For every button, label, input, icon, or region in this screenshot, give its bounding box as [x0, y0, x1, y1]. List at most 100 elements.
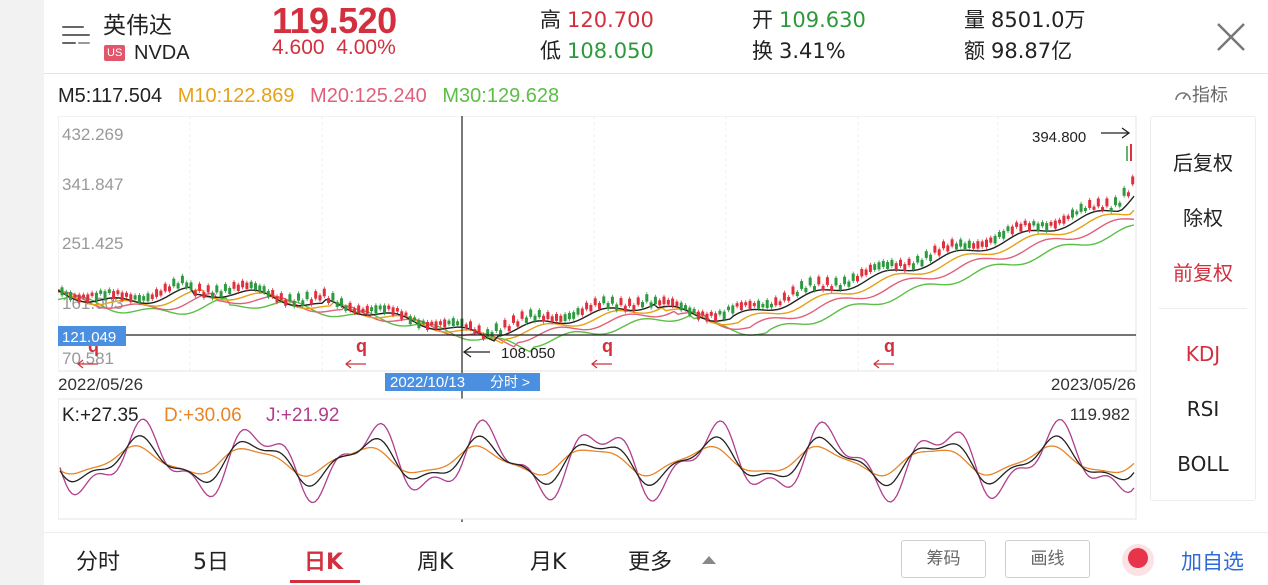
candle — [125, 292, 128, 297]
candle — [782, 292, 786, 301]
amount-label: 额 — [964, 39, 985, 63]
candle — [1105, 198, 1109, 207]
candle — [550, 316, 554, 323]
max-price-label: 394.800 — [1032, 129, 1086, 146]
candle — [847, 281, 851, 287]
side-item-ex-rights[interactable]: 除权 — [1151, 202, 1255, 231]
candle — [610, 296, 614, 304]
candle — [985, 239, 988, 248]
event-marker-label: q — [602, 336, 613, 356]
candle — [804, 287, 808, 293]
kdj-j: J:+21.92 — [266, 405, 339, 426]
candle — [241, 280, 245, 288]
candle — [825, 277, 829, 285]
candle — [408, 316, 412, 325]
candle — [464, 324, 468, 329]
candle — [714, 313, 718, 322]
candle — [976, 241, 980, 249]
candle — [155, 289, 159, 297]
side-item-boll[interactable]: BOLL — [1151, 452, 1255, 476]
candle — [288, 294, 292, 302]
candle — [473, 329, 477, 334]
candle — [778, 301, 782, 306]
caret-up-icon[interactable] — [702, 556, 716, 564]
candle — [705, 313, 709, 322]
close-icon[interactable] — [1214, 20, 1248, 54]
candle — [1010, 226, 1014, 235]
candle — [1049, 221, 1053, 226]
price-change: 4.600 4.00% — [272, 36, 396, 60]
candle — [262, 286, 266, 293]
tab-daily-k[interactable]: 日K — [304, 544, 343, 576]
chips-button[interactable]: 筹码 — [901, 540, 986, 578]
candle — [99, 290, 103, 294]
low-value: 108.050 — [567, 39, 654, 63]
candle — [1028, 223, 1031, 232]
candle — [383, 305, 386, 314]
indicator-button[interactable]: 指标 — [1174, 81, 1228, 107]
side-item-rsi[interactable]: RSI — [1151, 397, 1255, 421]
candle — [60, 287, 64, 296]
high-label: 高 — [540, 8, 561, 32]
candle — [176, 283, 180, 289]
candle — [215, 285, 219, 293]
candle — [602, 296, 606, 304]
candle — [537, 309, 541, 318]
header-divider — [44, 73, 1268, 74]
record-icon[interactable] — [1116, 540, 1160, 580]
candle — [692, 308, 696, 314]
candle — [516, 321, 520, 327]
candle — [258, 285, 262, 292]
candle — [451, 318, 455, 327]
kline-chart[interactable]: 432.269 341.847 251.425 161.003 70.581 q… — [58, 116, 1138, 522]
tab-weekly-k[interactable]: 周K — [417, 544, 453, 576]
candle — [374, 305, 378, 314]
candle — [305, 291, 309, 300]
candle — [980, 241, 984, 247]
menu-icon[interactable] — [62, 24, 90, 46]
candle — [1053, 220, 1057, 229]
candle — [370, 307, 374, 312]
candle — [563, 314, 567, 321]
candle — [193, 290, 197, 297]
candle — [524, 317, 528, 323]
side-item-pre-adjust[interactable]: 前复权 — [1151, 257, 1255, 286]
candle — [443, 319, 447, 328]
side-menu: 后复权 除权 前复权 KDJ RSI BOLL — [1150, 116, 1256, 501]
candle — [94, 292, 98, 301]
candle — [718, 310, 722, 315]
candle — [90, 292, 94, 296]
candle — [671, 298, 675, 307]
candle — [989, 237, 993, 243]
candle — [331, 292, 335, 301]
candle — [494, 323, 498, 331]
side-item-post-adjust[interactable]: 后复权 — [1151, 147, 1255, 176]
candle — [430, 321, 434, 326]
candle — [555, 313, 558, 321]
tab-monthly-k[interactable]: 月K — [530, 544, 566, 576]
ma5-value: M5:117.504 — [58, 85, 163, 107]
add-watchlist-button[interactable]: 加自选 — [1181, 546, 1244, 576]
tab-more[interactable]: 更多 — [628, 544, 672, 576]
candle — [954, 243, 958, 250]
candle — [873, 264, 877, 270]
candle — [821, 285, 825, 291]
candle — [942, 241, 945, 249]
candle — [142, 296, 146, 301]
event-marker-label: q — [356, 336, 367, 356]
candle — [198, 283, 202, 292]
tab-5day[interactable]: 5日 — [193, 544, 229, 576]
intraday-link[interactable]: 分时 > — [490, 374, 530, 390]
candle — [1096, 198, 1100, 207]
candle — [1015, 222, 1019, 227]
candle — [77, 294, 81, 303]
candle — [920, 259, 924, 267]
side-menu-divider — [1159, 308, 1247, 309]
volume-value: 8501.0万 — [991, 8, 1086, 32]
side-item-kdj[interactable]: KDJ — [1151, 342, 1255, 366]
candle — [593, 298, 597, 306]
draw-line-button[interactable]: 画线 — [1005, 540, 1090, 578]
candle — [877, 262, 881, 270]
tab-intraday[interactable]: 分时 — [76, 544, 120, 576]
candle — [735, 303, 739, 307]
